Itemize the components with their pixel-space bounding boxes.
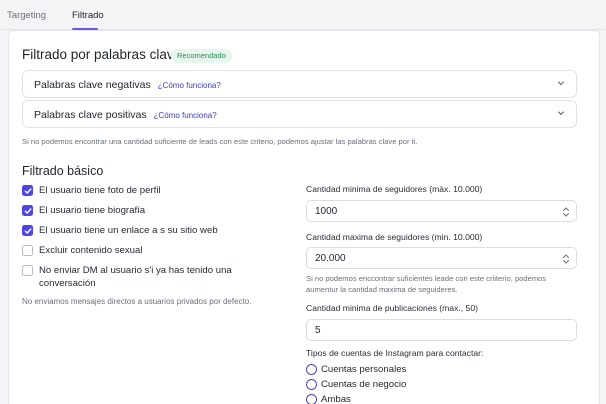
stepper-icon[interactable] bbox=[562, 253, 570, 265]
radio-icon[interactable] bbox=[306, 364, 317, 375]
checkbox-label: Excluir contenido sexual bbox=[39, 245, 143, 256]
checkbox-label: El usuario tiene foto de perfil bbox=[39, 185, 161, 196]
checkbox-label: El usuario tiene un enlace a s su sitio … bbox=[39, 225, 218, 236]
chevron-down-icon[interactable] bbox=[556, 78, 566, 88]
checkbox-checked-icon[interactable] bbox=[22, 205, 33, 216]
basic-filter-title: Filtrado básico bbox=[22, 164, 104, 178]
radio-label: Ambas bbox=[321, 394, 351, 404]
keyword-hint: Si no podemos encontrar una cantidad suf… bbox=[22, 137, 418, 146]
min-posts-label: Cantidad minima de publicaciones (max., … bbox=[306, 303, 478, 313]
recommended-badge: Recomendado bbox=[171, 49, 232, 63]
stepper-icon[interactable] bbox=[562, 206, 570, 218]
checkbox-checked-icon[interactable] bbox=[22, 185, 33, 196]
radio-label: Cuentas de negocio bbox=[321, 379, 407, 390]
checkbox-unchecked-icon[interactable] bbox=[22, 245, 33, 256]
followers-hint-line2: aumentur la cantidad maxima de seguidere… bbox=[306, 285, 458, 294]
chevron-down-icon[interactable] bbox=[556, 108, 566, 118]
radio-icon[interactable] bbox=[306, 379, 317, 390]
radio-icon[interactable] bbox=[306, 394, 317, 404]
account-types-label: Tipos de cuentas de Instagram para conta… bbox=[306, 348, 484, 358]
negative-keywords-label: Palabras clave negativas bbox=[34, 79, 151, 91]
checkbox-checked-icon[interactable] bbox=[22, 225, 33, 236]
checkbox-unchecked-icon[interactable] bbox=[22, 265, 33, 276]
min-followers-label: Cantidad minima de seguidores (màx. 10.0… bbox=[306, 184, 483, 194]
negative-keywords-accordion[interactable]: Palabras clave negativas ¿Cómo funciona? bbox=[22, 70, 577, 98]
positive-keywords-header: Palabras clave positivas ¿Cómo funciona? bbox=[34, 109, 217, 121]
checkbox-label: El usuario tiene biografía bbox=[39, 205, 146, 216]
how-it-works-link-positive[interactable]: ¿Cómo funciona? bbox=[154, 111, 217, 120]
min-posts-value: 5 bbox=[315, 325, 321, 336]
followers-hint-line1: Si no podemos enccontrar suficientes lea… bbox=[306, 274, 547, 283]
tab-filtrado[interactable]: Filtrado bbox=[72, 10, 104, 21]
radio-label: Cuentas personales bbox=[321, 364, 407, 375]
negative-keywords-header: Palabras clave negativas ¿Cómo funciona? bbox=[34, 79, 221, 91]
max-followers-label: Cantidad maxima de seguidores (min. 10.0… bbox=[306, 232, 483, 242]
checkbox-label-line2: conversación bbox=[39, 278, 96, 289]
min-followers-value: 1000 bbox=[315, 206, 338, 217]
min-followers-input[interactable]: 1000 bbox=[306, 200, 577, 222]
max-followers-value: 20.000 bbox=[315, 253, 346, 264]
tab-targeting[interactable]: Targeting bbox=[7, 10, 46, 21]
private-users-note: No enviamos mensajes directos a usuarios… bbox=[22, 297, 252, 306]
how-it-works-link-negative[interactable]: ¿Cómo funciona? bbox=[158, 81, 221, 90]
keyword-filter-title: Filtrado por palabras clave bbox=[22, 47, 182, 62]
checkbox-label-line1: No enviar DM al usuario s'i ya has tenid… bbox=[39, 265, 232, 276]
max-followers-input[interactable]: 20.000 bbox=[306, 247, 577, 269]
positive-keywords-accordion[interactable]: Palabras clave positivas ¿Cómo funciona? bbox=[22, 100, 577, 128]
positive-keywords-label: Palabras clave positivas bbox=[34, 109, 147, 121]
min-posts-input[interactable]: 5 bbox=[306, 319, 577, 341]
tab-bar: Targeting Filtrado bbox=[0, 0, 606, 30]
